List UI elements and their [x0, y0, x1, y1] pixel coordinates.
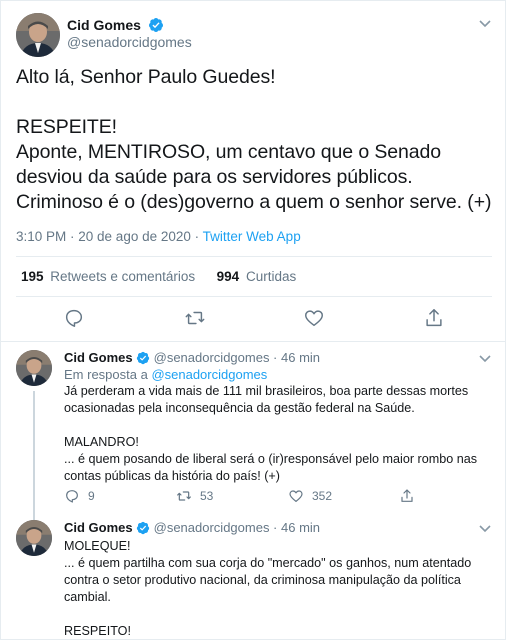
reply-line: cambial.: [64, 590, 111, 604]
reply-header: Cid Gomes @senadorcidgomes · 46 min: [64, 350, 320, 365]
meta-separator: ·: [190, 229, 203, 244]
reply-line: RESPEITO!: [64, 624, 131, 638]
reply-line-blank: [64, 606, 494, 623]
reply-actions: 9 53 352: [64, 488, 494, 508]
tweet-line: Alto lá, Senhor Paulo Guedes!: [16, 66, 276, 88]
reply-line: MOLEQUE!: [64, 539, 131, 553]
verified-badge-icon: [136, 351, 149, 365]
avatar[interactable]: [16, 13, 60, 57]
author-handle-time[interactable]: @senadorcidgomes · 46 min: [154, 350, 320, 365]
likes-stat[interactable]: 994 Curtidas: [217, 269, 297, 284]
tweet-actions: [1, 307, 505, 333]
reply-line-blank: [64, 417, 494, 434]
reply-line: MALANDRO!: [64, 435, 139, 449]
share-action[interactable]: [399, 488, 423, 508]
timestamp[interactable]: 3:10 PM · 20 de ago de 2020: [16, 229, 191, 244]
reply-icon[interactable]: [63, 307, 85, 329]
retweet-icon[interactable]: [176, 488, 192, 504]
author-name[interactable]: Cid Gomes: [64, 520, 133, 535]
share-icon[interactable]: [399, 488, 415, 504]
like-icon[interactable]: [303, 307, 325, 329]
reply-text: Já perderam a vida mais de 111 mil brasi…: [64, 383, 494, 485]
reply-header: Cid Gomes @senadorcidgomes · 46 min: [64, 520, 320, 535]
author-name[interactable]: Cid Gomes: [64, 350, 133, 365]
reply-action[interactable]: 9: [64, 488, 95, 508]
share-icon[interactable]: [423, 307, 445, 329]
reply-icon[interactable]: [64, 488, 80, 504]
chevron-down-icon[interactable]: [477, 520, 493, 536]
engagement-stats: 195 Retweets e comentários 994 Curtidas: [21, 269, 296, 284]
retweet-icon[interactable]: [184, 307, 206, 329]
chevron-down-icon[interactable]: [477, 15, 493, 31]
tweet-metadata: 3:10 PM · 20 de ago de 2020 · Twitter We…: [16, 229, 301, 244]
in-reply-to-link[interactable]: @senadorcidgomes: [151, 367, 267, 382]
verified-badge-icon: [136, 521, 149, 535]
tweet-text: Alto lá, Senhor Paulo Guedes! RESPEITE! …: [16, 65, 496, 215]
author-handle-time[interactable]: @senadorcidgomes · 46 min: [154, 520, 320, 535]
chevron-down-icon[interactable]: [477, 350, 493, 366]
reply-text: MOLEQUE! ... é quem partilha com sua cor…: [64, 538, 494, 639]
retweet-action[interactable]: 53: [176, 488, 213, 508]
tweet-line: Aponte, MENTIROSO, um centavo que o Sena…: [16, 141, 442, 163]
source-link[interactable]: Twitter Web App: [203, 229, 301, 244]
like-action[interactable]: 352: [288, 488, 332, 508]
tweet-thread: Cid Gomes @senadorcidgomes Alto lá, Senh…: [0, 0, 506, 640]
reply-line: contas públicas da história do país! (+): [64, 469, 280, 483]
tweet-line: RESPEITE!: [16, 116, 117, 138]
verified-badge-icon: [148, 18, 163, 32]
reply-line: ocasionadas pela inconsequência da gestã…: [64, 401, 415, 415]
retweets-stat[interactable]: 195 Retweets e comentários: [21, 269, 195, 284]
reply-line: Já perderam a vida mais de 111 mil brasi…: [64, 384, 469, 398]
avatar[interactable]: [16, 520, 52, 556]
divider: [16, 256, 492, 257]
author-handle[interactable]: @senadorcidgomes: [67, 34, 192, 50]
divider: [16, 296, 492, 297]
tweet-line: desviou da saúde para os servidores públ…: [16, 166, 413, 188]
tweet-line: Criminoso é o (des)governo a quem o senh…: [16, 191, 492, 213]
like-icon[interactable]: [288, 488, 304, 504]
thread-line: [33, 391, 35, 541]
reply-line: contra o setor produtivo nacional, da cr…: [64, 573, 461, 587]
reply-line: ... é quem posando de liberal será o (ir…: [64, 452, 478, 466]
reply-line: ... é quem partilha com sua corja do "me…: [64, 556, 472, 570]
author-name[interactable]: Cid Gomes: [67, 17, 164, 33]
avatar[interactable]: [16, 350, 52, 386]
in-reply-to: Em resposta a @senadorcidgomes: [64, 367, 268, 382]
tweet-separator: [1, 341, 505, 342]
